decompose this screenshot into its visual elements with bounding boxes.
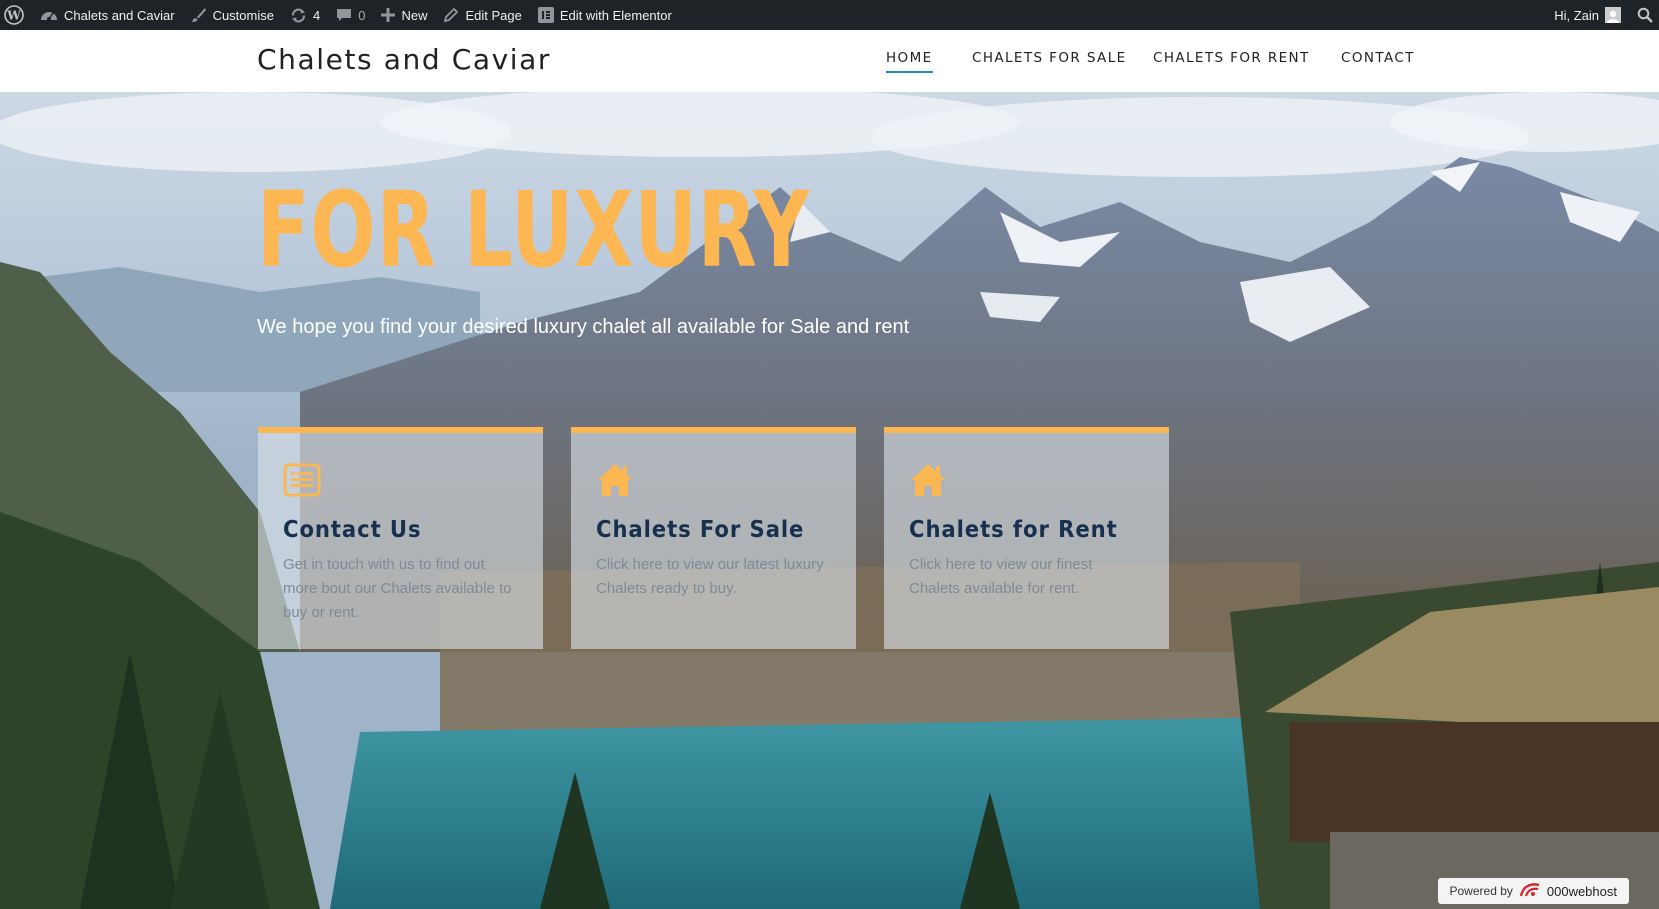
house-icon xyxy=(596,461,831,499)
powered-by-badge[interactable]: Powered by 000webhost xyxy=(1437,878,1629,904)
search-icon xyxy=(1637,7,1653,23)
admin-edit-elementor-label: Edit with Elementor xyxy=(559,7,672,23)
admin-comments-link[interactable]: 0 xyxy=(328,0,373,30)
card-contact-us[interactable]: Contact Us Get in touch with us to find … xyxy=(258,427,543,649)
nav-item-home[interactable]: HOME xyxy=(886,50,933,73)
house-icon xyxy=(909,461,1144,499)
admin-edit-page-label: Edit Page xyxy=(465,7,522,23)
admin-site-name: Chalets and Caviar xyxy=(64,7,175,23)
wordpress-logo-icon[interactable]: W xyxy=(0,0,32,30)
admin-updates-link[interactable]: 4 xyxy=(282,0,328,30)
admin-site-name-link[interactable]: Chalets and Caviar xyxy=(32,0,183,30)
admin-customise-link[interactable]: Customise xyxy=(183,0,282,30)
admin-edit-elementor-link[interactable]: Edit with Elementor xyxy=(530,0,680,30)
card-chalets-for-rent[interactable]: Chalets for Rent Click here to view our … xyxy=(884,427,1169,649)
nav-item-chalets-for-sale[interactable]: CHALETS FOR SALE xyxy=(972,50,1127,71)
updates-refresh-icon xyxy=(290,7,307,24)
plus-icon xyxy=(381,8,396,22)
card-text: Click here to view our finest Chalets av… xyxy=(909,556,1093,597)
dashboard-gauge-icon xyxy=(40,8,58,22)
admin-account-menu[interactable]: Hi, Zain xyxy=(1546,0,1629,30)
admin-new-link[interactable]: New xyxy=(373,0,435,30)
nav-item-contact[interactable]: CONTACT xyxy=(1341,50,1415,71)
site-title[interactable]: Chalets and Caviar xyxy=(257,43,551,76)
admin-new-label: New xyxy=(401,7,428,23)
webhost-logo-icon xyxy=(1519,882,1541,901)
card-chalets-for-sale[interactable]: Chalets For Sale Click here to view our … xyxy=(571,427,856,649)
site-header: Chalets and Caviar HOME CHALETS FOR SALE… xyxy=(0,30,1659,92)
card-title: Contact Us xyxy=(283,517,422,543)
admin-comments-count: 0 xyxy=(358,7,366,23)
paintbrush-icon xyxy=(191,7,207,23)
hero-section: FOR LUXURY We hope you find your desired… xyxy=(0,92,1659,909)
admin-customise-label: Customise xyxy=(212,7,274,23)
powered-by-brand: 000webhost xyxy=(1546,883,1617,899)
powered-by-label: Powered by xyxy=(1449,884,1513,898)
card-title: Chalets For Sale xyxy=(596,517,805,543)
elementor-icon xyxy=(537,7,554,23)
document-list-icon xyxy=(283,461,518,499)
hero-subtitle: We hope you find your desired luxury cha… xyxy=(257,316,910,338)
pencil-icon xyxy=(443,7,459,23)
admin-updates-count: 4 xyxy=(312,7,321,23)
admin-greeting: Hi, Zain xyxy=(1554,7,1599,23)
avatar xyxy=(1605,7,1621,23)
wp-admin-bar: W Chalets and Caviar Customise 4 0 New E… xyxy=(0,0,1659,30)
card-title: Chalets for Rent xyxy=(909,517,1118,543)
admin-search-button[interactable] xyxy=(1629,0,1659,30)
card-text: Get in touch with us to find out more bo… xyxy=(283,556,512,621)
admin-edit-page-link[interactable]: Edit Page xyxy=(435,0,529,30)
svg-text:W: W xyxy=(6,9,21,23)
card-text: Click here to view our latest luxury Cha… xyxy=(596,556,824,597)
hero-title: FOR LUXURY xyxy=(257,169,810,291)
nav-item-chalets-for-rent[interactable]: CHALETS FOR RENT xyxy=(1153,50,1310,71)
comment-bubble-icon xyxy=(336,7,352,23)
